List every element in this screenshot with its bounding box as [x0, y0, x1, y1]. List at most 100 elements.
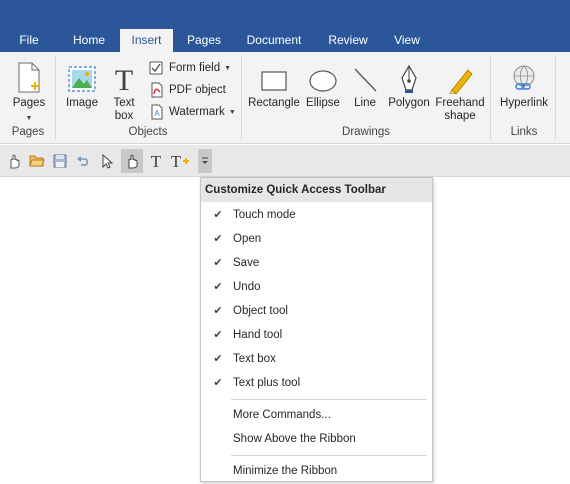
- check-icon: ✔: [213, 329, 223, 341]
- menu-item-open[interactable]: ✔ Open: [201, 228, 432, 250]
- group-divider: [55, 56, 56, 140]
- rectangle-label: Rectangle: [248, 97, 300, 109]
- customize-dropdown-icon[interactable]: [198, 149, 212, 173]
- watermark-button[interactable]: A Watermark ▼: [149, 102, 236, 122]
- image-button[interactable]: Image: [62, 58, 102, 110]
- menu-item-label: More Commands...: [233, 409, 331, 421]
- group-divider: [490, 56, 491, 140]
- tab-insert[interactable]: Insert: [120, 29, 173, 52]
- polygon-label: Polygon: [388, 97, 430, 109]
- pdf-object-icon: [149, 82, 165, 98]
- menu-item-label: Text box: [233, 353, 276, 365]
- chevron-down-icon: ▼: [228, 108, 236, 116]
- chevron-down-icon: ▼: [224, 64, 232, 72]
- group-label-pages: Pages: [11, 126, 45, 138]
- tab-home[interactable]: Home: [66, 29, 112, 52]
- image-button-label: Image: [66, 97, 98, 109]
- ellipse-button[interactable]: Ellipse: [303, 58, 343, 110]
- new-page-icon: [17, 58, 41, 94]
- text-box-icon[interactable]: T: [145, 149, 167, 173]
- customize-qat-menu: Customize Quick Access Toolbar ✔ Touch m…: [200, 177, 433, 482]
- freehand-label-2: shape: [444, 110, 476, 122]
- quick-access-toolbar: T T: [0, 145, 570, 177]
- tab-view[interactable]: View: [386, 29, 428, 52]
- pages-button[interactable]: Pages ▼: [8, 58, 50, 125]
- svg-text:T: T: [115, 64, 133, 94]
- tab-file[interactable]: File: [8, 29, 50, 52]
- ellipse-label: Ellipse: [306, 97, 340, 109]
- menu-item-hand-tool[interactable]: ✔ Hand tool: [201, 324, 432, 346]
- image-icon: [67, 58, 97, 94]
- menu-item-show-above-ribbon[interactable]: Show Above the Ribbon: [201, 428, 432, 450]
- menu-item-label: Object tool: [233, 305, 288, 317]
- group-divider: [241, 56, 242, 140]
- watermark-icon: A: [149, 104, 165, 120]
- menu-item-more-commands[interactable]: More Commands...: [201, 404, 432, 426]
- text-box-label-1: Text: [113, 97, 135, 109]
- text-box-label-2: box: [114, 110, 134, 122]
- tab-review[interactable]: Review: [322, 29, 374, 52]
- hyperlink-button[interactable]: Hyperlink: [496, 58, 552, 110]
- menu-item-text-plus-tool[interactable]: ✔ Text plus tool: [201, 372, 432, 394]
- undo-icon[interactable]: [72, 149, 94, 173]
- menu-item-undo[interactable]: ✔ Undo: [201, 276, 432, 298]
- menu-divider: [231, 399, 427, 400]
- form-field-icon: [149, 60, 165, 76]
- pen-nib-icon: [398, 58, 420, 94]
- svg-text:T: T: [151, 152, 162, 170]
- pages-button-label: Pages: [12, 97, 46, 109]
- rectangle-icon: [260, 58, 288, 94]
- svg-text:T: T: [171, 152, 182, 170]
- freehand-shape-button[interactable]: Freehand shape: [434, 58, 486, 123]
- rectangle-button[interactable]: Rectangle: [247, 58, 301, 110]
- menu-item-touch-mode[interactable]: ✔ Touch mode: [201, 204, 432, 226]
- menu-item-label: Show Above the Ribbon: [233, 433, 356, 445]
- menu-item-label: Touch mode: [233, 209, 296, 221]
- tab-document[interactable]: Document: [240, 29, 308, 52]
- menu-item-label: Save: [233, 257, 260, 269]
- pdf-object-button[interactable]: PDF object: [149, 80, 226, 100]
- ribbon-tab-bar: File Home Insert Pages Document Review V…: [0, 0, 570, 52]
- chevron-down-icon: ▼: [25, 115, 33, 122]
- text-box-icon: T: [111, 58, 137, 94]
- menu-item-label: Minimize the Ribbon: [233, 465, 338, 477]
- check-icon: ✔: [213, 257, 223, 269]
- hand-tool-icon[interactable]: [121, 149, 143, 173]
- menu-item-object-tool[interactable]: ✔ Object tool: [201, 300, 432, 322]
- menu-item-label: Open: [233, 233, 262, 245]
- pencil-icon: [446, 58, 474, 94]
- save-icon[interactable]: [49, 149, 71, 173]
- form-field-label: Form field: [169, 62, 221, 74]
- line-button[interactable]: Line: [348, 58, 382, 110]
- menu-item-label: Hand tool: [233, 329, 283, 341]
- check-icon: ✔: [213, 209, 223, 221]
- check-icon: ✔: [213, 233, 223, 245]
- open-icon[interactable]: [26, 149, 48, 173]
- check-icon: ✔: [213, 353, 223, 365]
- check-icon: ✔: [213, 281, 223, 293]
- object-tool-icon[interactable]: [96, 149, 118, 173]
- group-label-links: Links: [510, 126, 538, 138]
- hyperlink-label: Hyperlink: [500, 97, 548, 109]
- pdf-object-label: PDF object: [169, 84, 226, 96]
- text-box-button[interactable]: T Text box: [106, 58, 142, 123]
- touch-mode-icon[interactable]: [3, 149, 25, 173]
- svg-text:A: A: [154, 109, 160, 118]
- menu-item-minimize-ribbon[interactable]: Minimize the Ribbon: [201, 460, 432, 482]
- check-icon: ✔: [213, 305, 223, 317]
- menu-title: Customize Quick Access Toolbar: [201, 178, 432, 202]
- watermark-label: Watermark: [169, 106, 225, 118]
- ellipse-icon: [308, 58, 338, 94]
- group-divider: [555, 56, 556, 140]
- polygon-button[interactable]: Polygon: [386, 58, 432, 110]
- menu-divider: [231, 455, 427, 456]
- form-field-button[interactable]: Form field ▼: [149, 58, 231, 78]
- menu-item-label: Text plus tool: [233, 377, 301, 389]
- tab-pages[interactable]: Pages: [180, 29, 228, 52]
- group-label-objects: Objects: [128, 126, 168, 138]
- group-label-drawings: Drawings: [342, 126, 390, 138]
- menu-item-text-box[interactable]: ✔ Text box: [201, 348, 432, 370]
- text-plus-icon[interactable]: T: [168, 149, 190, 173]
- menu-item-save[interactable]: ✔ Save: [201, 252, 432, 274]
- line-icon: [352, 58, 378, 94]
